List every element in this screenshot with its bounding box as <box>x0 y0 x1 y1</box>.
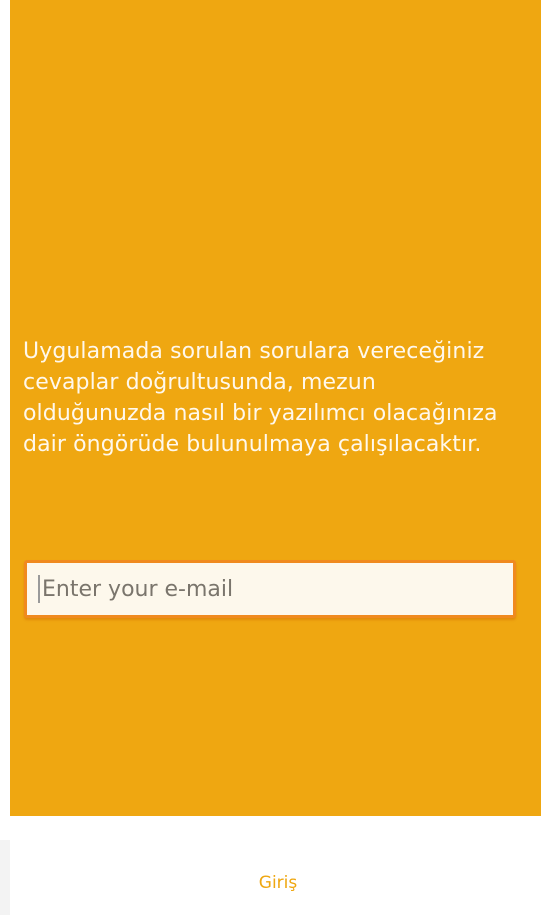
intro-text: Uygulamada sorulan sorulara vereceğiniz … <box>23 339 498 457</box>
side-strip <box>0 840 10 915</box>
email-field[interactable] <box>40 563 513 615</box>
login-screen: Uygulamada sorulan sorulara vereceğiniz … <box>0 0 541 915</box>
email-field-container[interactable] <box>24 560 516 618</box>
login-button[interactable]: Giriş <box>228 866 328 900</box>
